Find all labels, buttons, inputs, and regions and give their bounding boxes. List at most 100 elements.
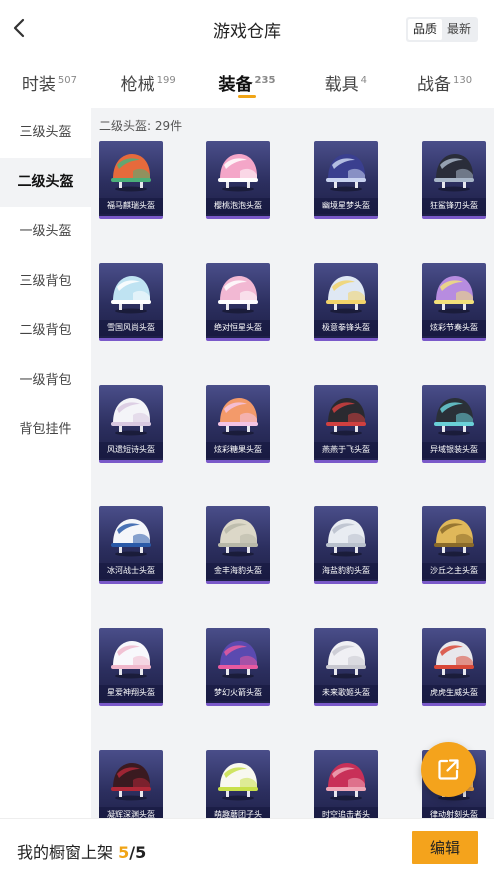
- sidebar-item-backpack-1[interactable]: 一级背包: [0, 356, 91, 406]
- helmet-item-card[interactable]: 绝对恒星头盔: [206, 262, 270, 341]
- helmet-item-card[interactable]: 幽境星梦头盔: [314, 141, 378, 219]
- helmet-icon: [322, 636, 370, 680]
- helmet-icon: [107, 149, 155, 193]
- section-label: 二级头盔: 29件: [99, 119, 183, 133]
- showcase-status: 我的橱窗上架 5/5: [17, 839, 146, 863]
- helmet-item-card[interactable]: 炫彩糖果头盔: [206, 384, 270, 463]
- sidebar-item-backpack-charm[interactable]: 背包挂件: [0, 405, 91, 455]
- helmet-item-card[interactable]: 炫彩节奏头盔: [422, 262, 486, 341]
- showcase-total: 5: [135, 843, 147, 862]
- helmet-item-name: 沙丘之主头盔: [422, 563, 486, 580]
- helmet-item-card[interactable]: 星爱神翔头盔: [99, 628, 163, 707]
- helmet-item-card[interactable]: 沙丘之主头盔: [422, 506, 486, 585]
- helmet-item-card[interactable]: 海盐豹豹头盔: [314, 506, 378, 585]
- tab-count: 235: [254, 75, 276, 86]
- helmet-item-name: 极意拳锋头盔: [314, 319, 378, 336]
- helmet-item-card[interactable]: 雪国风尚头盔: [99, 262, 163, 341]
- helmet-item-card[interactable]: 未来歌姬头盔: [314, 628, 378, 707]
- helmet-item-card[interactable]: 极意拳锋头盔: [314, 262, 378, 341]
- sort-toggle: 品质 最新: [405, 17, 478, 42]
- helmet-item-card[interactable]: 虎虎生威头盔: [422, 628, 486, 707]
- helmet-item-name: 冰河战士头盔: [99, 563, 163, 580]
- tab-count: 199: [156, 75, 176, 86]
- helmet-icon: [214, 636, 262, 680]
- helmet-item-name: 绝对恒星头盔: [206, 319, 270, 336]
- helmet-icon: [322, 758, 370, 802]
- share-button[interactable]: [421, 742, 476, 797]
- helmet-item-card[interactable]: 冰河战士头盔: [99, 506, 163, 585]
- tab-label: 枪械: [120, 75, 155, 95]
- category-tabs: 时装 507 枪械 199 装备 235 载具 4 战备 130: [0, 60, 494, 104]
- helmet-item-card[interactable]: 梦幻火箭头盔: [206, 628, 270, 707]
- tab-fashion[interactable]: 时装 507: [0, 60, 99, 104]
- tab-guns[interactable]: 枪械 199: [99, 60, 198, 104]
- helmet-item-name: 凝辉深渊头盔: [99, 807, 163, 818]
- helmet-icon: [107, 514, 155, 558]
- sidebar-item-backpack-2[interactable]: 二级背包: [0, 306, 91, 356]
- helmet-icon: [430, 393, 478, 437]
- tab-active-indicator: [237, 95, 256, 98]
- tab-label: 载具: [324, 75, 359, 95]
- helmet-item-name: 律动射刻头盔: [422, 807, 486, 818]
- helmet-icon: [322, 149, 370, 193]
- helmet-item-name: 樱桃泡泡头盔: [206, 198, 270, 214]
- helmet-item-name: 星爱神翔头盔: [99, 685, 163, 702]
- showcase-label: 我的橱窗上架: [17, 843, 114, 862]
- helmet-item-card[interactable]: 狂鲨锋刃头盔: [422, 141, 486, 219]
- tab-label: 装备: [218, 75, 253, 95]
- helmet-item-name: 未来歌姬头盔: [314, 685, 378, 702]
- helmet-icon: [214, 271, 262, 315]
- helmet-icon: [322, 271, 370, 315]
- helmet-icon: [214, 149, 262, 193]
- helmet-item-name: 时空追击者头: [314, 807, 378, 818]
- helmet-icon: [214, 393, 262, 437]
- sidebar: 三级头盔 二级头盔 一级头盔 三级背包 二级背包 一级背包 背包挂件: [0, 108, 91, 818]
- helmet-icon: [107, 271, 155, 315]
- sidebar-item-helmet-2[interactable]: 二级头盔: [0, 157, 91, 207]
- helmet-icon: [430, 149, 478, 193]
- helmet-item-name: 海盐豹豹头盔: [314, 563, 378, 580]
- edit-button[interactable]: 编辑: [412, 831, 478, 864]
- helmet-item-name: 异域银装头盔: [422, 441, 486, 458]
- helmet-item-name: 幽境星梦头盔: [314, 198, 378, 214]
- sidebar-item-helmet-1[interactable]: 一级头盔: [0, 207, 91, 257]
- helmet-icon: [430, 636, 478, 680]
- helmet-icon: [322, 393, 370, 437]
- tab-count: 130: [453, 75, 473, 86]
- helmet-item-card[interactable]: 燕燕于飞头盔: [314, 384, 378, 463]
- tab-equipment[interactable]: 装备 235: [198, 60, 297, 104]
- helmet-item-card[interactable]: 凝辉深渊头盔: [99, 750, 163, 818]
- helmet-item-name: 虎虎生威头盔: [422, 685, 486, 702]
- helmet-item-name: 狂鲨锋刃头盔: [422, 198, 486, 214]
- helmet-item-card[interactable]: 樱桃泡泡头盔: [206, 141, 270, 219]
- helmet-item-card[interactable]: 风遗短诗头盔: [99, 384, 163, 463]
- helmet-item-card[interactable]: 萌趣蘑团子头: [206, 750, 270, 818]
- helmet-item-card[interactable]: 异域银装头盔: [422, 384, 486, 463]
- sort-option-latest[interactable]: 最新: [442, 19, 476, 40]
- helmet-icon: [214, 758, 262, 802]
- helmet-item-name: 福马麒瑞头盔: [99, 198, 163, 214]
- helmet-icon: [107, 758, 155, 802]
- tab-label: 战备: [417, 75, 452, 95]
- tab-label: 时装: [21, 75, 56, 95]
- helmet-icon: [322, 514, 370, 558]
- showcase-count: 5: [118, 843, 130, 862]
- helmet-item-name: 炫彩节奏头盔: [422, 319, 486, 336]
- helmet-item-card[interactable]: 福马麒瑞头盔: [99, 141, 163, 219]
- sidebar-item-backpack-3[interactable]: 三级背包: [0, 257, 91, 307]
- tab-count: 507: [57, 75, 77, 86]
- tab-count: 4: [360, 75, 367, 86]
- bottom-bar: 我的橱窗上架 5/5 编辑: [0, 818, 494, 875]
- sidebar-item-helmet-3[interactable]: 三级头盔: [0, 108, 91, 158]
- tab-vehicles[interactable]: 载具 4: [296, 60, 395, 104]
- helmet-item-card[interactable]: 金丰海豹头盔: [206, 506, 270, 585]
- helmet-item-name: 燕燕于飞头盔: [314, 441, 378, 458]
- helmet-item-name: 风遗短诗头盔: [99, 441, 163, 458]
- helmet-item-name: 雪国风尚头盔: [99, 319, 163, 336]
- sort-option-quality[interactable]: 品质: [407, 19, 442, 40]
- helmet-item-name: 金丰海豹头盔: [206, 563, 270, 580]
- tab-supplies[interactable]: 战备 130: [395, 60, 494, 104]
- helmet-item-card[interactable]: 时空追击者头: [314, 750, 378, 818]
- helmet-icon: [107, 636, 155, 680]
- helmet-icon: [214, 514, 262, 558]
